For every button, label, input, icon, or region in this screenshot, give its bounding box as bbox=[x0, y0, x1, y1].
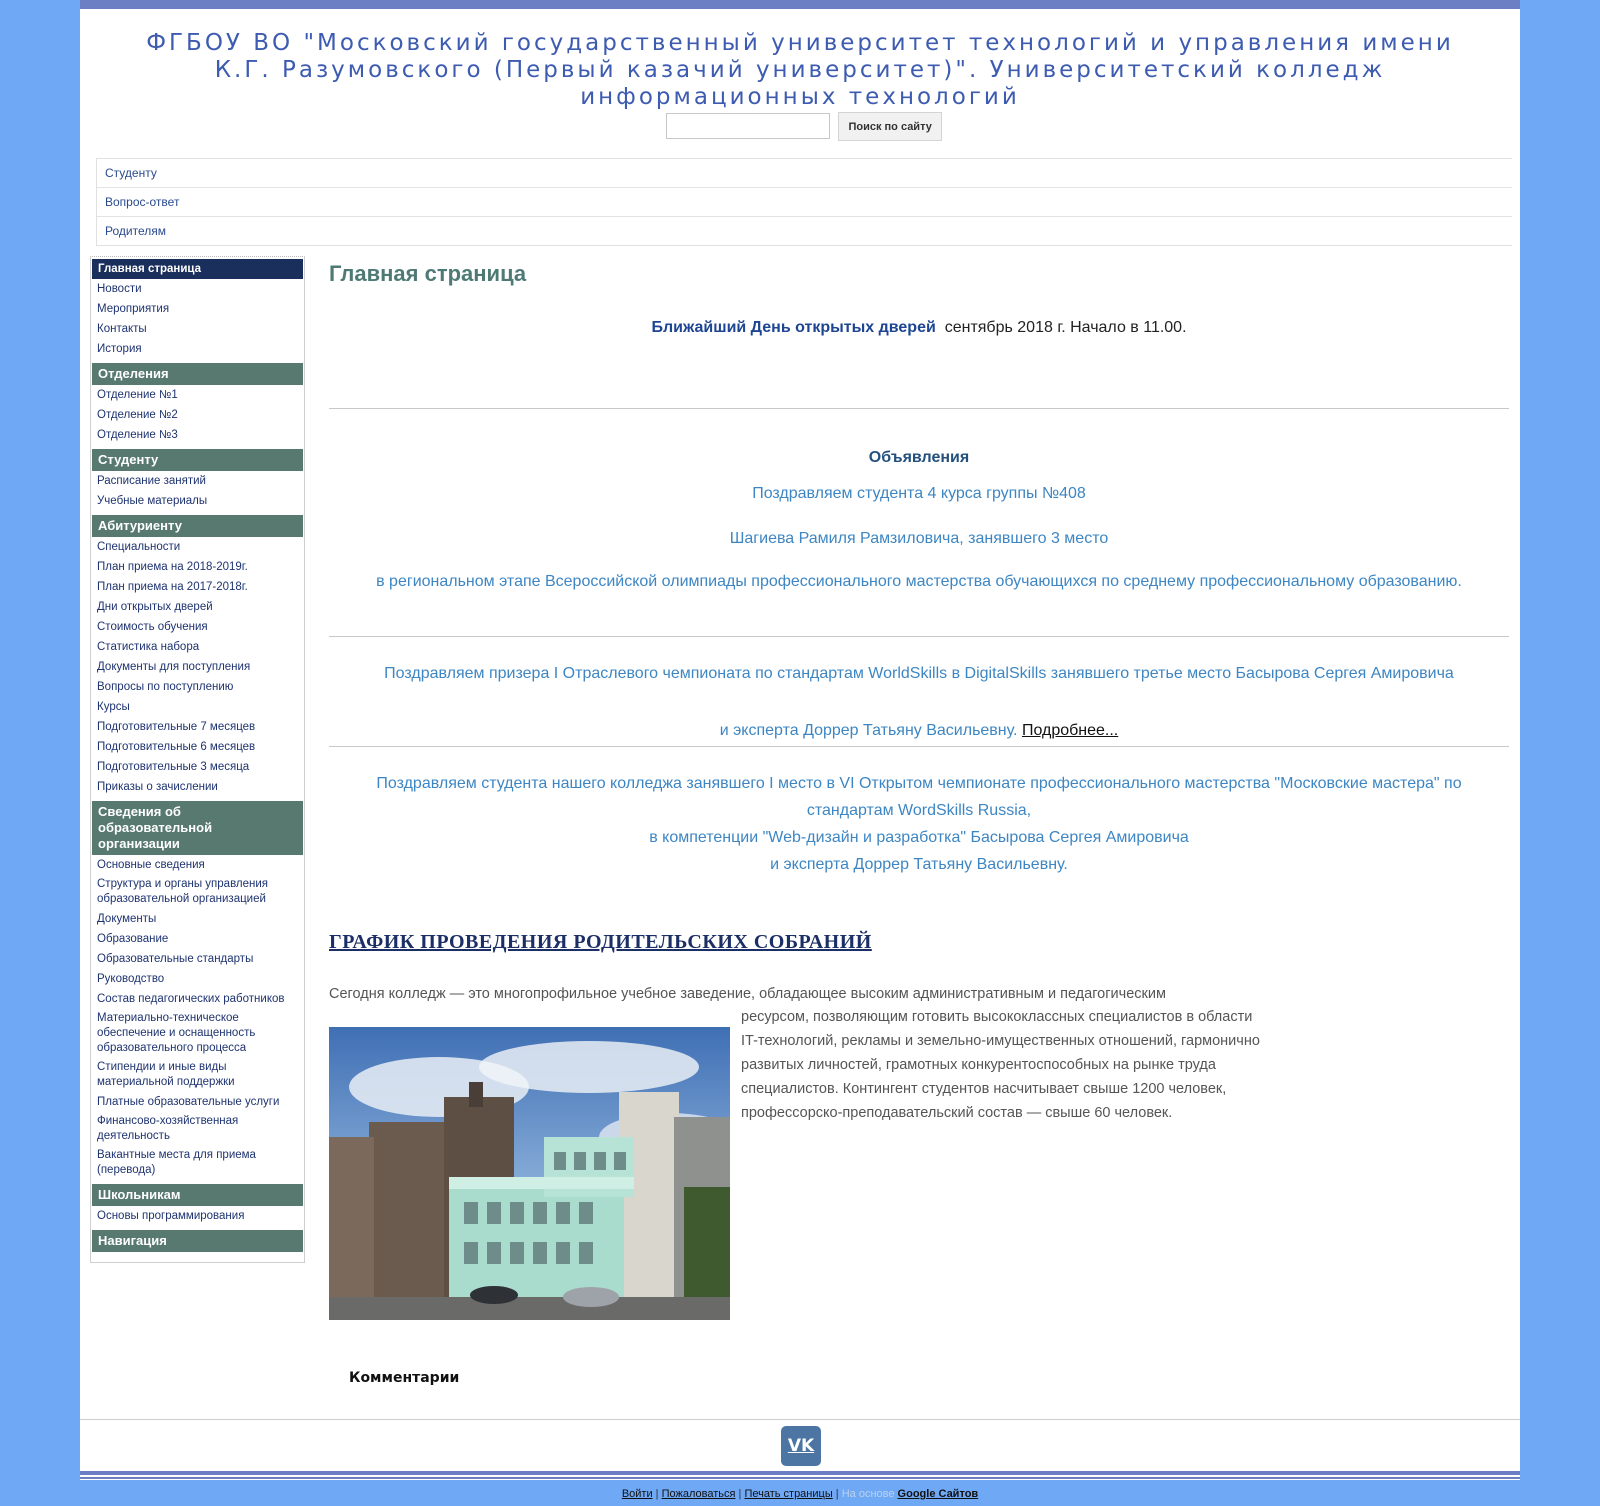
site-title: ФГБОУ ВО "Московский государственный уни… bbox=[146, 30, 1454, 110]
more-link[interactable]: Подробнее... bbox=[1022, 722, 1118, 739]
bottom-accent-bar-thin bbox=[80, 1477, 1520, 1479]
sidebar-item-scholarships[interactable]: Стипендии и иные виды материальной подде… bbox=[91, 1058, 304, 1092]
open-day-date: сентябрь 2018 г. Начало в 11.00. bbox=[944, 319, 1187, 336]
announcement-2-line-1: Поздравляем призера I Отраслевого чемпио… bbox=[384, 665, 1454, 682]
sidebar-item-news[interactable]: Новости bbox=[91, 279, 304, 299]
divider bbox=[329, 408, 1509, 409]
sidebar-item-management[interactable]: Руководство bbox=[91, 969, 304, 989]
report-abuse-link[interactable]: Пожаловаться bbox=[662, 1488, 736, 1500]
sidebar-item-vacancies[interactable]: Вакантные места для приема (перевода) bbox=[91, 1146, 304, 1180]
topnav-item-student[interactable]: Студенту bbox=[97, 159, 1512, 188]
sidebar-item-home[interactable]: Главная страница bbox=[92, 259, 303, 279]
open-day-highlight: Ближайший День открытых дверей bbox=[651, 319, 936, 336]
sidebar-item-paid-services[interactable]: Платные образовательные услуги bbox=[91, 1092, 304, 1112]
login-link[interactable]: Войти bbox=[622, 1488, 653, 1500]
page-title: Главная страница bbox=[329, 261, 527, 286]
announcement-2-line-2: и эксперта Доррер Татьяну Васильевну. bbox=[719, 722, 1018, 739]
sidebar-item-dept-1[interactable]: Отделение №1 bbox=[91, 385, 304, 405]
sidebar: Главная страница Новости Мероприятия Кон… bbox=[90, 256, 305, 1263]
sidebar-item-open-days[interactable]: Дни открытых дверей bbox=[91, 597, 304, 617]
sidebar-item-programming[interactable]: Основы программирования bbox=[91, 1206, 304, 1226]
sidebar-item-documents[interactable]: Документы bbox=[91, 909, 304, 929]
sidebar-item-specialties[interactable]: Специальности bbox=[91, 537, 304, 557]
sidebar-item-prep-3[interactable]: Подготовительные 3 месяца bbox=[91, 757, 304, 777]
sidebar-item-materials[interactable]: Учебные материалы bbox=[91, 491, 304, 511]
sidebar-item-admission-docs[interactable]: Документы для поступления bbox=[91, 657, 304, 677]
sidebar-item-tuition[interactable]: Стоимость обучения bbox=[91, 617, 304, 637]
sidebar-item-staff[interactable]: Состав педагогических работников bbox=[91, 989, 304, 1009]
top-navigation: Студенту Вопрос-ответ Родителям bbox=[96, 158, 1512, 246]
sidebar-item-contacts[interactable]: Контакты bbox=[91, 319, 304, 339]
about-text: ресурсом, позволяющим готовить высококла… bbox=[741, 1009, 1260, 1121]
divider bbox=[329, 636, 1509, 637]
site-search: Поиск по сайту bbox=[666, 112, 942, 141]
page: ФГБОУ ВО "Московский государственный уни… bbox=[80, 0, 1520, 1480]
print-page-link[interactable]: Печать страницы bbox=[744, 1488, 832, 1500]
vk-icon[interactable]: VK bbox=[781, 1426, 821, 1466]
sidebar-section-navigation: Навигация bbox=[92, 1230, 303, 1252]
google-sites-link[interactable]: Google Сайтов bbox=[898, 1488, 979, 1500]
footer-separator: | bbox=[655, 1488, 659, 1500]
divider bbox=[329, 746, 1509, 747]
sidebar-item-facilities[interactable]: Материально-техническое обеспечение и ос… bbox=[91, 1009, 304, 1058]
announcement-1-line-3: в региональном этапе Всероссийской олимп… bbox=[376, 573, 1462, 590]
main-content: Главная страница Ближайший День открытых… bbox=[329, 255, 1509, 1386]
bottom-accent-bar bbox=[80, 1471, 1520, 1475]
sidebar-section-departments: Отделения bbox=[92, 363, 303, 385]
sidebar-section-applicant: Абитуриенту bbox=[92, 515, 303, 537]
sidebar-section-organization-info: Сведения об образовательной организации bbox=[92, 801, 303, 855]
sidebar-item-prep-7[interactable]: Подготовительные 7 месяцев bbox=[91, 717, 304, 737]
powered-by-text: На основе bbox=[841, 1488, 895, 1500]
college-building-photo bbox=[329, 1027, 730, 1320]
search-input[interactable] bbox=[666, 113, 830, 139]
announcement-3-line-3: и эксперта Доррер Татьяну Васильевну. bbox=[770, 856, 1068, 873]
footer-links: Войти | Пожаловаться | Печать страницы |… bbox=[0, 1488, 1600, 1500]
sidebar-item-plan-2018[interactable]: План приема на 2018-2019г. bbox=[91, 557, 304, 577]
parent-meetings-schedule-link[interactable]: ГРАФИК ПРОВЕДЕНИЯ РОДИТЕЛЬСКИХ СОБРАНИЙ bbox=[329, 931, 872, 954]
sidebar-item-dept-2[interactable]: Отделение №2 bbox=[91, 405, 304, 425]
sidebar-item-courses[interactable]: Курсы bbox=[91, 697, 304, 717]
sidebar-item-structure[interactable]: Структура и органы управления образовате… bbox=[91, 875, 304, 909]
footer-divider bbox=[80, 1419, 1520, 1420]
sidebar-item-education[interactable]: Образование bbox=[91, 929, 304, 949]
announcement-2-line-2-wrap: и эксперта Доррер Татьяну Васильевну. По… bbox=[329, 721, 1509, 740]
announcement-3-line-2: в компетенции "Web-дизайн и разработка" … bbox=[649, 829, 1189, 846]
sidebar-item-history[interactable]: История bbox=[91, 339, 304, 359]
footer-separator: | bbox=[738, 1488, 742, 1500]
sidebar-item-plan-2017[interactable]: План приема на 2017-2018г. bbox=[91, 577, 304, 597]
college-building-image bbox=[329, 1027, 730, 1320]
sidebar-section-schoolchildren: Школьникам bbox=[92, 1184, 303, 1206]
top-accent-bar bbox=[80, 0, 1520, 9]
sidebar-item-basic-info[interactable]: Основные сведения bbox=[91, 855, 304, 875]
sidebar-item-events[interactable]: Мероприятия bbox=[91, 299, 304, 319]
topnav-item-parents[interactable]: Родителям bbox=[97, 217, 1512, 245]
sidebar-item-prep-6[interactable]: Подготовительные 6 месяцев bbox=[91, 737, 304, 757]
footer-separator: | bbox=[835, 1488, 839, 1500]
announcement-1-line-2: Шагиева Рамиля Рамзиловича, занявшего 3 … bbox=[729, 530, 1109, 547]
sidebar-item-admission-faq[interactable]: Вопросы по поступлению bbox=[91, 677, 304, 697]
open-day-notice: Ближайший День открытых дверей сентябрь … bbox=[329, 319, 1509, 337]
announcements-title: Объявления bbox=[868, 449, 970, 466]
sidebar-item-dept-3[interactable]: Отделение №3 bbox=[91, 425, 304, 445]
sidebar-item-standards[interactable]: Образовательные стандарты bbox=[91, 949, 304, 969]
announcement-1-line-1: Поздравляем студента 4 курса группы №408 bbox=[752, 485, 1086, 502]
sidebar-section-student: Студенту bbox=[92, 449, 303, 471]
comments-heading: Комментарии bbox=[349, 1370, 460, 1386]
about-intro: Сегодня колледж — это многопрофильное уч… bbox=[329, 986, 1166, 1002]
announcement-3-line-1: Поздравляем студента нашего колледжа зан… bbox=[376, 775, 1462, 819]
sidebar-item-enrollment-orders[interactable]: Приказы о зачислении bbox=[91, 777, 304, 797]
topnav-item-faq[interactable]: Вопрос-ответ bbox=[97, 188, 1512, 217]
sidebar-item-schedule[interactable]: Расписание занятий bbox=[91, 471, 304, 491]
sidebar-item-finance[interactable]: Финансово-хозяйственная деятельность bbox=[91, 1112, 304, 1146]
search-button[interactable]: Поиск по сайту bbox=[838, 112, 942, 141]
sidebar-item-statistics[interactable]: Статистика набора bbox=[91, 637, 304, 657]
announcement-3: Поздравляем студента нашего колледжа зан… bbox=[329, 770, 1509, 878]
